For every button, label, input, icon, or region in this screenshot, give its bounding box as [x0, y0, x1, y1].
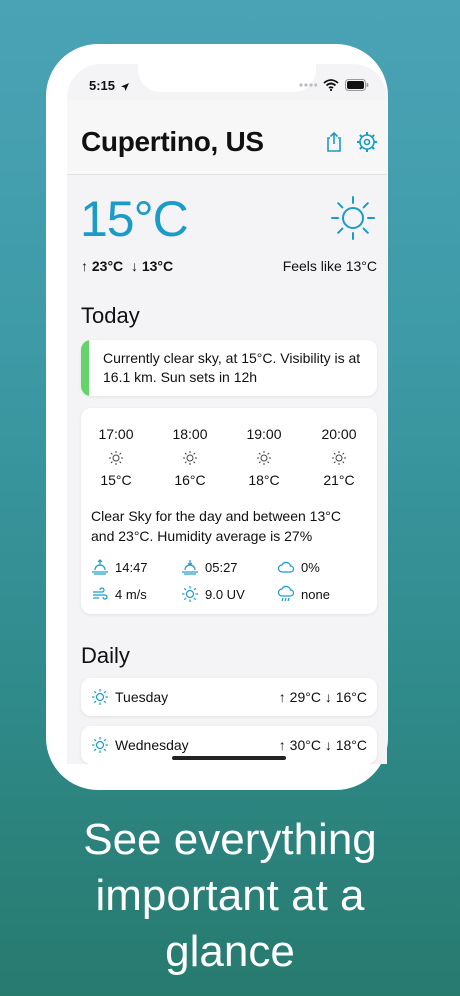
rain-cloud-icon — [277, 585, 295, 602]
hour-time: 19:00 — [246, 426, 282, 442]
hourly-item: 17:00 15°C — [86, 426, 146, 488]
location-arrow-icon — [120, 82, 129, 91]
hour-temp: 15°C — [100, 472, 132, 488]
current-summary-text: Currently clear sky, at 15°C. Visibility… — [103, 350, 361, 385]
sunrise-icon — [92, 559, 108, 575]
sun-icon — [92, 689, 108, 705]
sun-icon — [331, 196, 375, 240]
share-icon[interactable] — [322, 130, 346, 154]
status-time-text: 5:15 — [89, 78, 116, 93]
signal-dots-icon — [299, 83, 317, 87]
current-summary-card: Currently clear sky, at 15°C. Visibility… — [81, 340, 377, 396]
hour-temp: 18°C — [248, 472, 280, 488]
caption-line: important at a — [95, 871, 365, 920]
hourly-item: 20:00 21°C — [309, 426, 369, 488]
today-section-title: Today — [81, 303, 140, 328]
hour-time: 17:00 — [98, 426, 134, 442]
today-forecast-card: 17:00 15°C 18:00 16°C 19:00 18°C 20:00 2… — [81, 408, 377, 614]
cloud-icon — [277, 561, 295, 573]
settings-gear-icon[interactable] — [355, 130, 379, 154]
device-notch — [138, 64, 316, 92]
hour-time: 18:00 — [172, 426, 208, 442]
caption-line: glance — [165, 927, 295, 976]
uv-sun-icon — [182, 586, 198, 602]
current-temperature: 15°C — [80, 191, 189, 247]
app-header: Cupertino, US — [67, 100, 387, 175]
sunrise-value: 14:47 — [115, 559, 148, 575]
high-low-temperature: ↑ 23°C ↓ 13°C — [81, 258, 173, 274]
uv-value: 9.0 UV — [205, 586, 245, 602]
hour-temp: 21°C — [323, 472, 355, 488]
day-name: Tuesday — [115, 689, 169, 705]
sunset-stat: 05:27 — [181, 558, 238, 576]
uv-stat: 9.0 UV — [181, 585, 245, 603]
home-indicator[interactable] — [172, 756, 286, 760]
sunrise-stat: 14:47 — [91, 558, 148, 576]
hourly-item: 18:00 16°C — [160, 426, 220, 488]
small-sun-icon — [257, 451, 271, 465]
marketing-caption: See everything important at a glance — [0, 812, 460, 980]
sunset-value: 05:27 — [205, 559, 238, 575]
low-temperature: ↓ 13°C — [130, 258, 174, 274]
small-sun-icon — [332, 451, 346, 465]
daily-row[interactable]: Tuesday ↑ 29°C ↓ 16°C — [81, 678, 377, 716]
hourly-item: 19:00 18°C — [234, 426, 294, 488]
hour-temp: 16°C — [174, 472, 206, 488]
daily-section-title: Daily — [81, 643, 130, 668]
status-indicators — [299, 79, 369, 91]
wifi-icon — [323, 79, 339, 91]
caption-line: See everything — [83, 815, 377, 864]
high-temperature: ↑ 23°C — [81, 258, 124, 274]
battery-icon — [345, 79, 369, 91]
wind-value: 4 m/s — [115, 586, 147, 602]
small-sun-icon — [183, 451, 197, 465]
status-time: 5:15 — [89, 78, 130, 93]
wind-icon — [93, 587, 108, 600]
city-title: Cupertino, US — [81, 126, 264, 157]
hour-time: 20:00 — [321, 426, 357, 442]
day-temperature-range: ↑ 30°C ↓ 18°C — [278, 737, 367, 753]
summary-accent-bar — [81, 340, 89, 396]
cloud-cover-stat: 0% — [277, 558, 320, 576]
wind-stat: 4 m/s — [91, 585, 147, 603]
precipitation-stat: none — [277, 585, 330, 603]
day-name: Wednesday — [115, 737, 189, 753]
small-sun-icon — [109, 451, 123, 465]
sun-icon — [92, 737, 108, 753]
precipitation-value: none — [301, 586, 330, 602]
day-description: Clear Sky for the day and between 13°C a… — [91, 508, 341, 544]
app-screen: 5:15 Cupertino, US 15°C ↑ 23°C ↓ 13°C Fe… — [67, 64, 387, 764]
cloud-cover-value: 0% — [301, 559, 320, 575]
sunset-icon — [182, 560, 198, 575]
feels-like: Feels like 13°C — [282, 258, 377, 274]
day-temperature-range: ↑ 29°C ↓ 16°C — [278, 689, 367, 705]
